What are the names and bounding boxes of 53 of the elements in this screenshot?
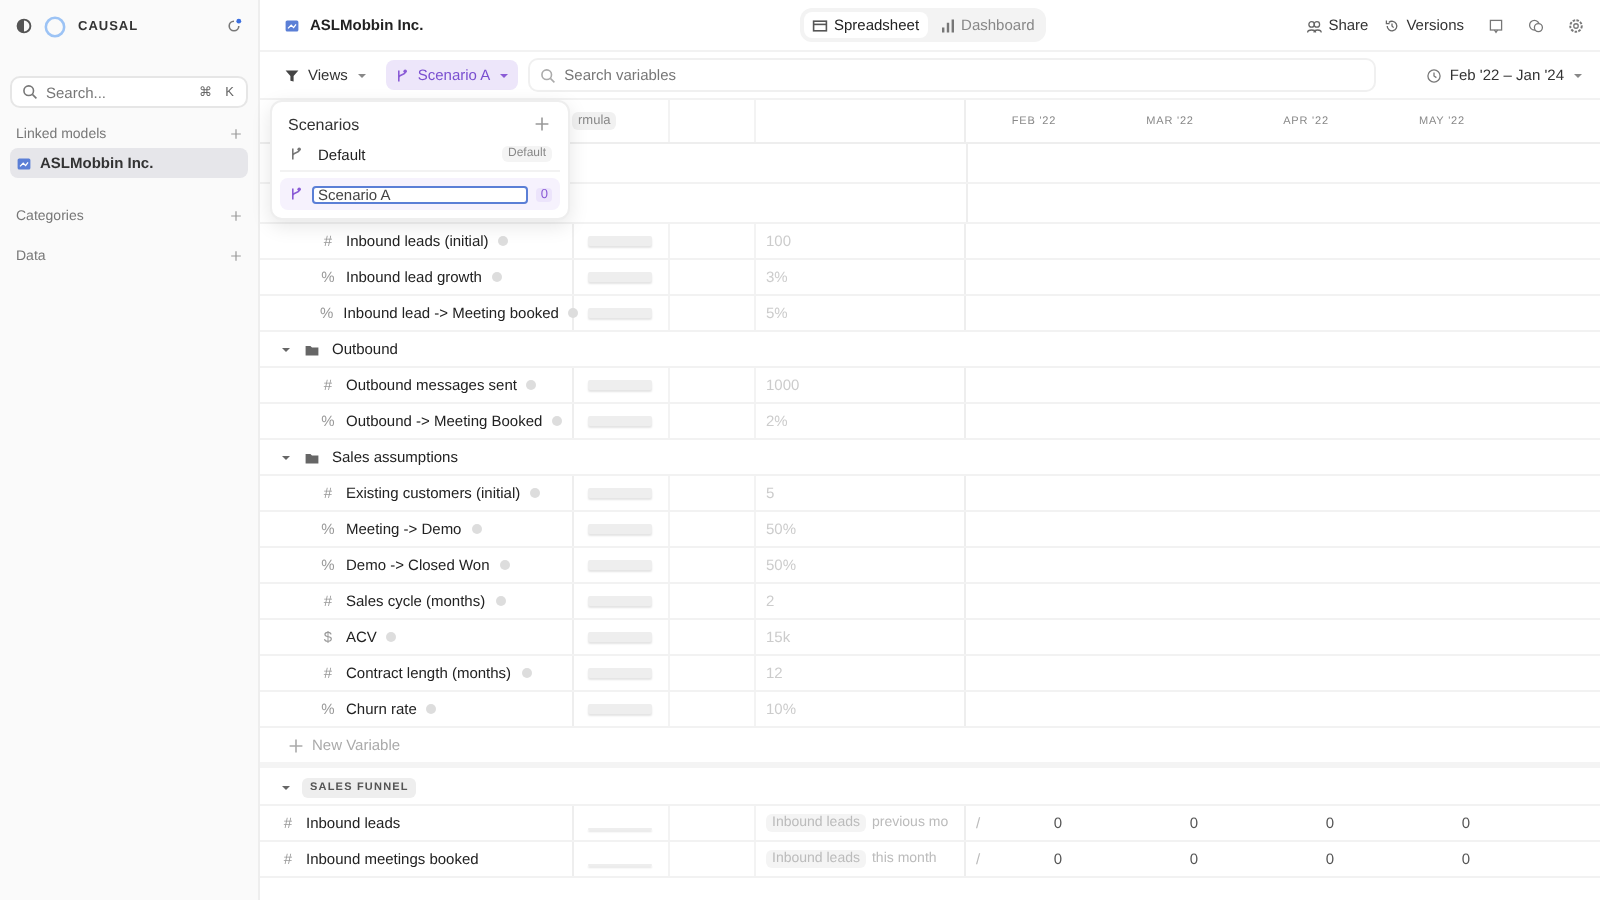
branch-icon	[288, 186, 304, 202]
loading-bar	[588, 668, 652, 678]
info-icon	[426, 704, 437, 714]
search-icon	[540, 67, 557, 83]
info-icon	[521, 668, 532, 678]
info-icon	[552, 416, 563, 426]
add-icon	[288, 737, 304, 753]
model-icon	[284, 17, 300, 33]
loading-bar	[588, 416, 652, 426]
loading-bar	[588, 596, 652, 606]
loading-bar	[588, 488, 652, 498]
info-icon	[495, 596, 506, 606]
search-icon	[22, 84, 38, 100]
history-icon	[1384, 17, 1401, 33]
info-icon	[386, 632, 397, 642]
loading-bar	[588, 272, 652, 282]
caret-icon	[498, 71, 511, 79]
info-icon	[568, 308, 579, 318]
folder-icon	[304, 341, 320, 357]
loading-bar	[588, 380, 652, 390]
model-icon	[16, 155, 32, 171]
table-icon	[812, 17, 828, 33]
caret-icon	[355, 71, 368, 79]
caret-icon	[1572, 71, 1584, 79]
loading-bar	[588, 560, 652, 570]
info-icon	[491, 272, 502, 282]
clock-icon	[1425, 67, 1442, 83]
branch-icon	[393, 67, 410, 83]
people-icon	[1306, 17, 1323, 33]
settings-icon[interactable]	[1568, 17, 1584, 33]
loading-bar	[588, 632, 652, 642]
collapse-caret-icon[interactable]	[280, 453, 292, 461]
loading-bar	[588, 524, 652, 534]
folder-icon	[304, 449, 320, 465]
info-icon	[499, 560, 510, 570]
info-icon	[530, 488, 541, 498]
logo-icon	[44, 15, 66, 37]
comment-icon[interactable]	[1488, 17, 1504, 33]
bar-chart-icon	[939, 17, 956, 33]
chat-icon[interactable]	[1528, 17, 1544, 33]
collapse-caret-icon[interactable]	[280, 783, 292, 791]
loading-bar	[588, 308, 652, 318]
collapse-caret-icon[interactable]	[280, 345, 292, 353]
filter-icon	[284, 67, 300, 83]
info-icon	[526, 380, 537, 390]
notification-icon[interactable]	[226, 18, 242, 34]
loading-bar	[588, 704, 652, 714]
info-icon	[498, 236, 509, 246]
info-icon	[471, 524, 482, 534]
menu-title: Scenarios	[288, 115, 360, 133]
branch-icon	[288, 146, 304, 162]
loading-bar	[588, 236, 652, 246]
sidebar-toggle-icon[interactable]	[16, 18, 32, 34]
